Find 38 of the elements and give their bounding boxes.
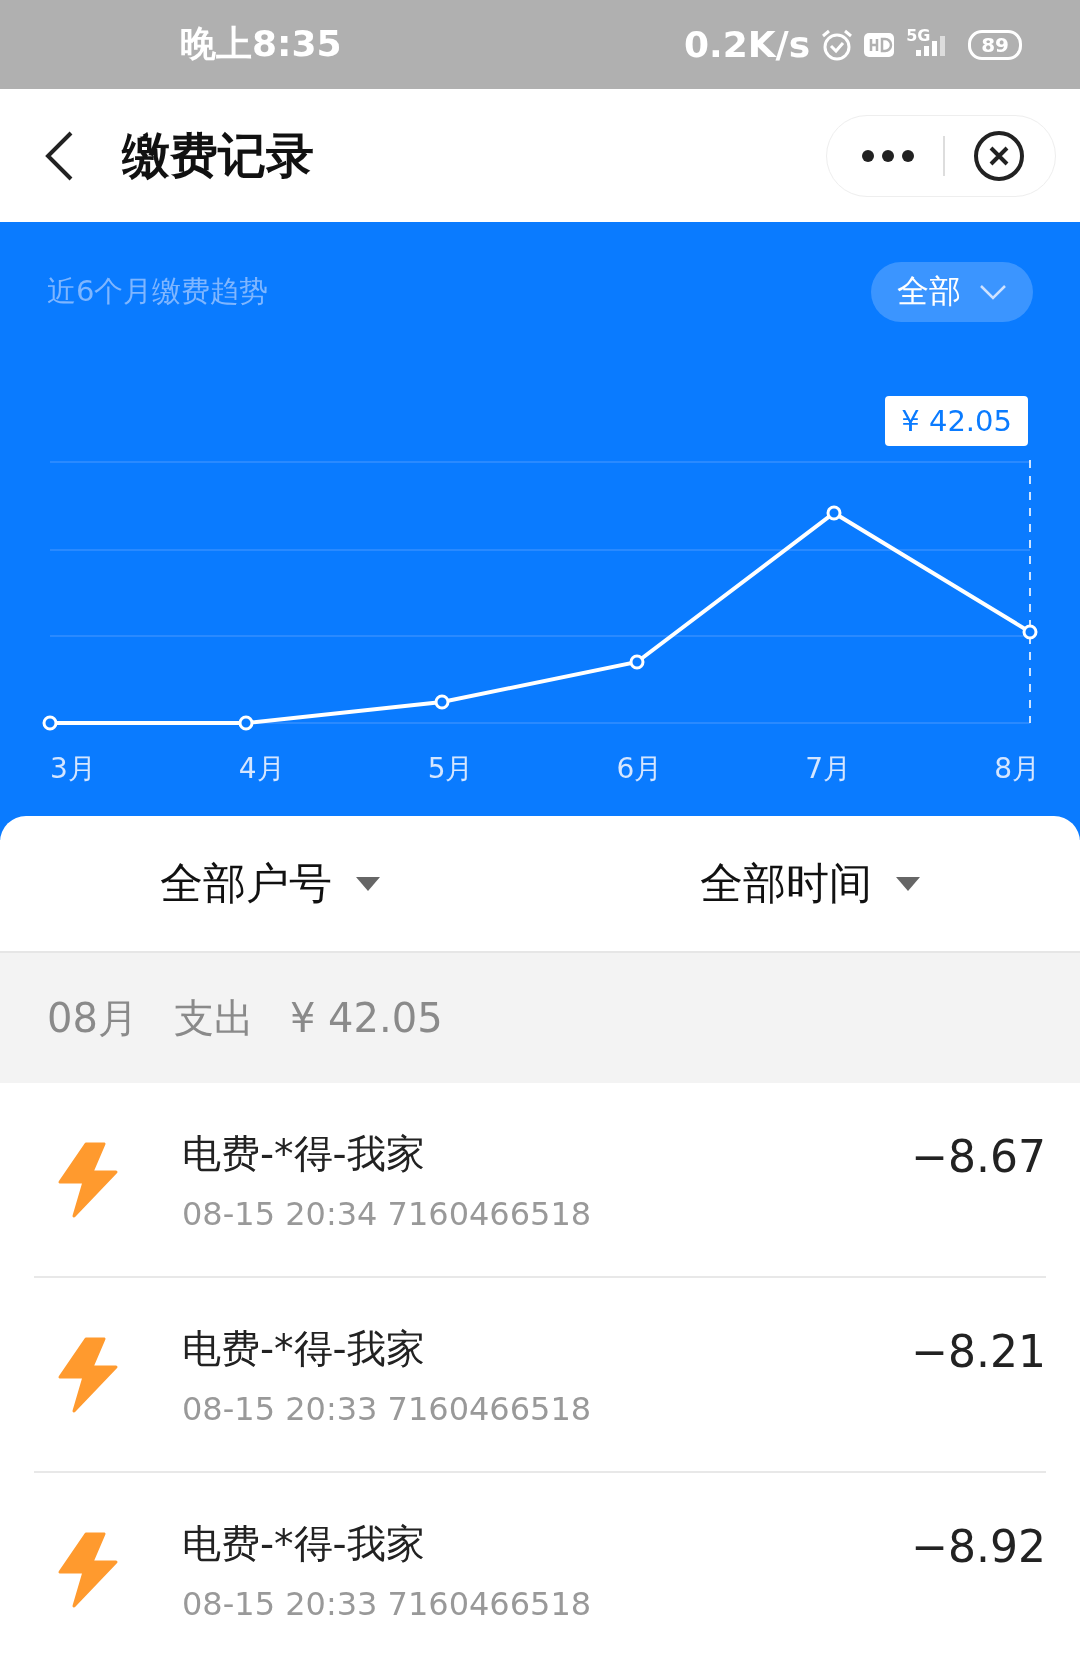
record-detail: 08-15 20:33 7160466518 (182, 1584, 593, 1623)
value-tooltip: ¥ 42.05 (885, 396, 1028, 446)
chevron-icon (979, 284, 1007, 300)
axis-label: 7月 (805, 751, 852, 787)
alarm-icon (820, 27, 855, 62)
axis-label: 8月 (994, 751, 1040, 787)
month-label: 08月 (47, 993, 138, 1043)
axis-label: 4月 (238, 751, 285, 787)
status-time: 晚上8:35 (180, 22, 342, 66)
record-amount: −8.21 (911, 1326, 1046, 1377)
back-icon[interactable] (44, 130, 74, 181)
axis-label: 6月 (616, 751, 663, 787)
record-title: 电费-*得-我家 (182, 1519, 426, 1568)
lightning-icon (56, 1141, 120, 1218)
network-speed: 0.2K/s (683, 24, 811, 65)
filter-dropdown[interactable]: 全部时间 (540, 816, 1080, 951)
axis-label: 3月 (50, 751, 96, 787)
record-detail: 08-15 20:34 7160466518 (182, 1194, 593, 1233)
network-type: 5G (906, 25, 931, 45)
lightning-icon (56, 1336, 120, 1413)
record-title: 电费-*得-我家 (182, 1324, 426, 1373)
battery-indicator: 89 (968, 29, 1022, 60)
record-title: 电费-*得-我家 (182, 1129, 426, 1178)
more-icon[interactable] (861, 148, 915, 163)
close-icon[interactable] (973, 129, 1025, 182)
caret-icon (896, 876, 920, 891)
caret-icon (356, 876, 380, 891)
record-detail: 08-15 20:33 7160466518 (182, 1389, 593, 1428)
record-amount: −8.67 (911, 1131, 1046, 1182)
filter-dropdown[interactable]: 全部户号 (0, 816, 540, 951)
chart-title: 近6个月缴费趋势 (47, 273, 269, 310)
expense-total: ¥ 42.05 (289, 995, 443, 1041)
hd-icon (864, 32, 895, 57)
axis-label: 5月 (427, 751, 474, 787)
record-amount: −8.92 (911, 1521, 1046, 1572)
page-title: 缴费记录 (122, 125, 315, 185)
expense-label: 支出 (173, 993, 254, 1043)
lightning-icon (56, 1531, 120, 1608)
